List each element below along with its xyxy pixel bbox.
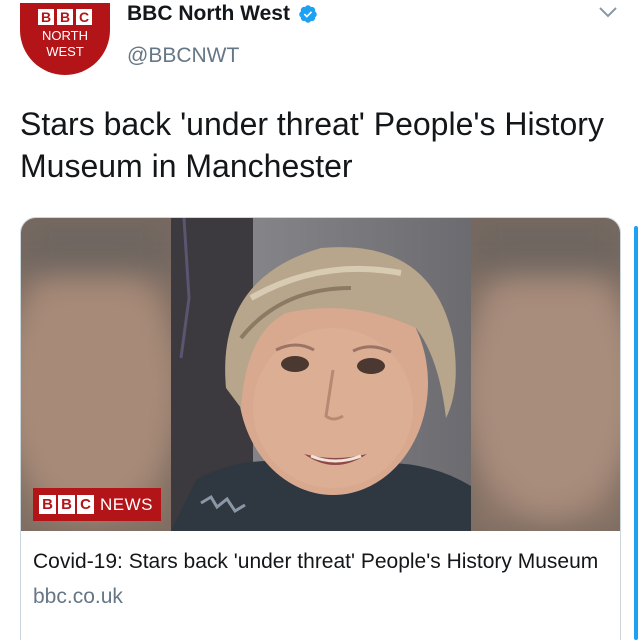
avatar[interactable]: B B C NORTH WEST (20, 3, 110, 75)
scroll-indicator[interactable] (634, 226, 638, 640)
account-display-name-row[interactable]: BBC North West (127, 2, 318, 26)
card-domain: bbc.co.uk (33, 585, 123, 608)
card-image[interactable]: B B C NEWS (21, 218, 620, 531)
account-display-name[interactable]: BBC North West (127, 2, 290, 26)
card-title[interactable]: Covid-19: Stars back 'under threat' Peop… (33, 547, 608, 576)
bbc-news-logo-block: C (77, 495, 94, 514)
avatar-region-line2: WEST (46, 44, 84, 59)
bbc-logo: B B C (38, 9, 92, 25)
card-text[interactable]: Covid-19: Stars back 'under threat' Peop… (33, 547, 608, 611)
bbc-news-logo: B B C NEWS (33, 488, 161, 521)
bbc-news-logo-block: B (58, 495, 75, 514)
bbc-logo-block: B (57, 9, 73, 25)
bbc-news-logo-word: NEWS (100, 494, 153, 514)
account-handle[interactable]: @BBCNWT (127, 44, 239, 68)
tweet-text: Stars back 'under threat' People's Histo… (20, 106, 604, 184)
link-card[interactable]: B B C NEWS Covid-19: Stars back 'under t… (20, 217, 621, 640)
card-image-photo (21, 218, 620, 531)
verified-badge-icon (299, 5, 317, 23)
chevron-down-icon[interactable] (598, 5, 618, 19)
bbc-news-logo-block: B (39, 495, 56, 514)
bbc-logo-block: B (38, 9, 54, 25)
bbc-logo-block: C (76, 9, 92, 25)
avatar-region-line1: NORTH (42, 28, 88, 43)
